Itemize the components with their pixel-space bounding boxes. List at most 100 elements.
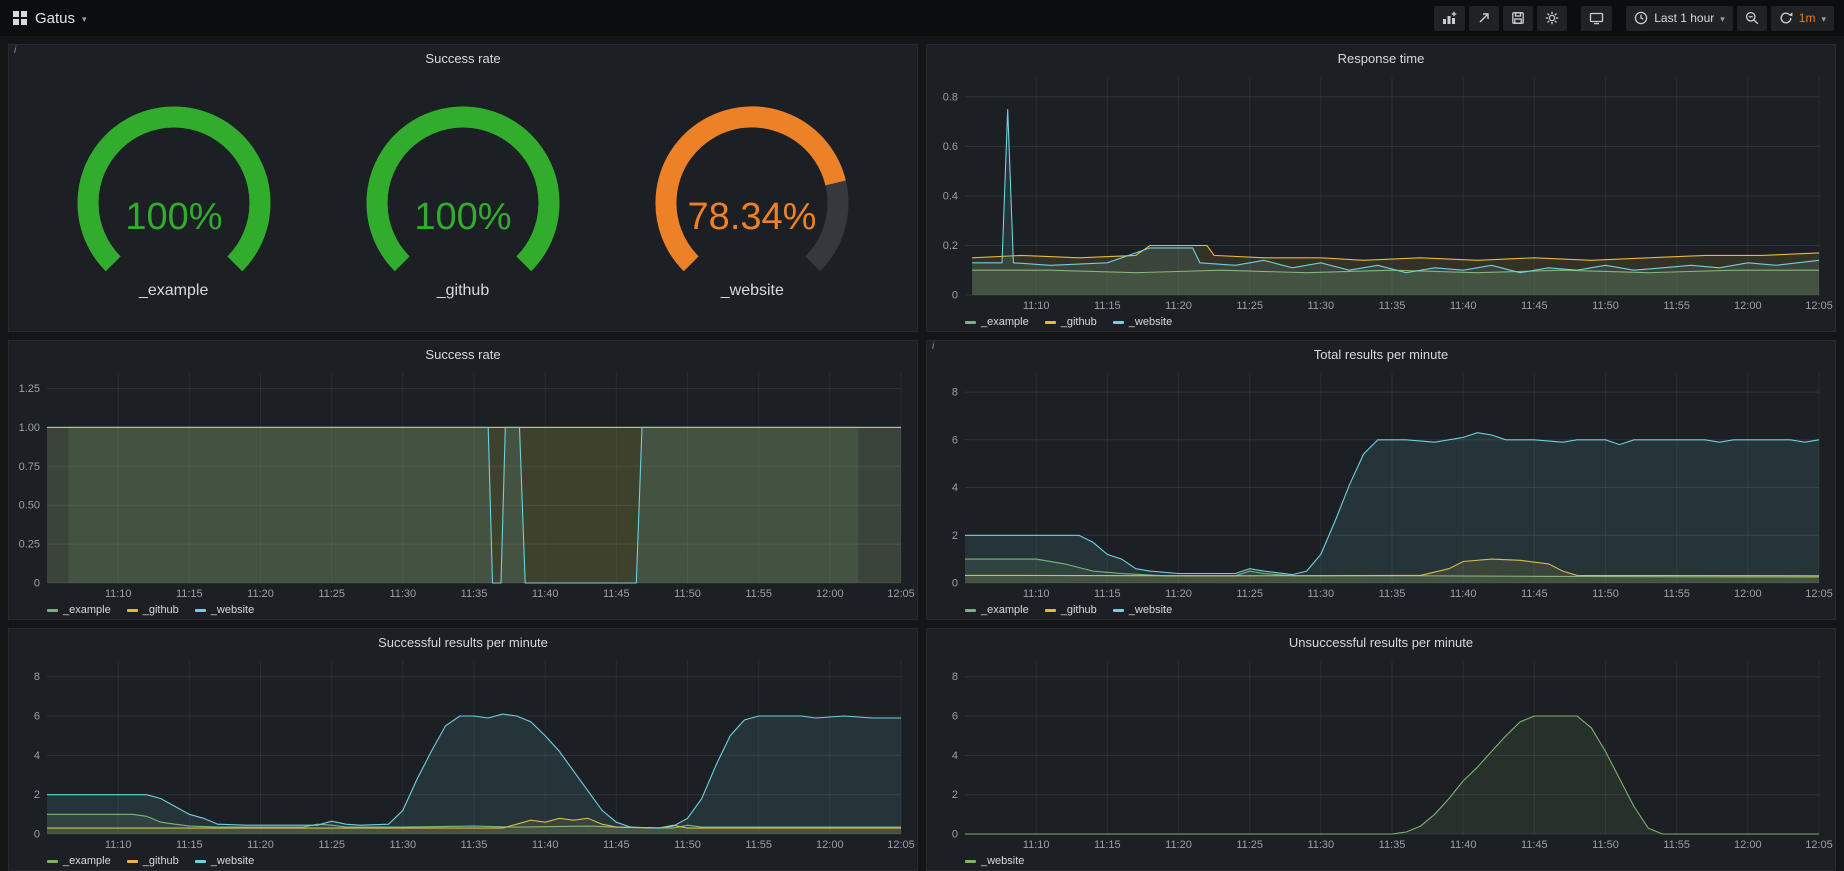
add-panel-button[interactable] bbox=[1434, 6, 1465, 31]
svg-text:11:40: 11:40 bbox=[1450, 839, 1477, 851]
panel-success-rate-gauges: i Success rate 100% _example 100% _githu… bbox=[8, 44, 918, 332]
legend-item-_website[interactable]: _website bbox=[1113, 604, 1172, 616]
panel-title[interactable]: Success rate bbox=[9, 341, 917, 365]
svg-text:6: 6 bbox=[952, 434, 958, 446]
panel-title[interactable]: Response time bbox=[927, 45, 1835, 69]
cycle-view-button[interactable] bbox=[1581, 6, 1612, 31]
gauge-_github: 100% _github bbox=[333, 101, 593, 300]
panel-title[interactable]: Total results per minute bbox=[927, 341, 1835, 365]
svg-text:11:45: 11:45 bbox=[603, 839, 630, 851]
svg-text:11:35: 11:35 bbox=[461, 839, 488, 851]
legend-item-_example[interactable]: _example bbox=[965, 316, 1029, 328]
svg-text:11:20: 11:20 bbox=[1165, 300, 1192, 312]
svg-text:0: 0 bbox=[952, 829, 958, 841]
refresh-picker[interactable]: 1m ▾ bbox=[1771, 6, 1834, 31]
legend-item-_website[interactable]: _website bbox=[965, 855, 1024, 867]
svg-text:11:45: 11:45 bbox=[1521, 588, 1548, 600]
svg-text:11:25: 11:25 bbox=[1236, 300, 1263, 312]
chevron-down-icon[interactable]: ▾ bbox=[82, 12, 87, 25]
refresh-icon bbox=[1779, 11, 1793, 25]
panel-info-icon[interactable]: i bbox=[14, 45, 16, 56]
share-button[interactable] bbox=[1469, 6, 1499, 31]
panel-info-icon[interactable]: i bbox=[932, 341, 934, 352]
legend-item-_github[interactable]: _github bbox=[1045, 316, 1097, 328]
svg-text:11:25: 11:25 bbox=[318, 839, 345, 851]
svg-text:11:10: 11:10 bbox=[105, 839, 132, 851]
svg-text:11:15: 11:15 bbox=[1094, 300, 1121, 312]
panel-title[interactable]: Success rate bbox=[9, 45, 917, 69]
legend-item-_website[interactable]: _website bbox=[1113, 316, 1172, 328]
navbar: Gatus ▾ bbox=[0, 0, 1844, 36]
chart-legend: _website bbox=[927, 852, 1835, 870]
save-icon bbox=[1511, 11, 1525, 25]
svg-text:0.50: 0.50 bbox=[19, 500, 40, 512]
gauge-value: 100% bbox=[125, 196, 222, 238]
svg-text:11:25: 11:25 bbox=[1236, 839, 1263, 851]
panel-unsuccessful-results: Unsuccessful results per minute 0246811:… bbox=[926, 628, 1836, 871]
svg-text:11:20: 11:20 bbox=[247, 588, 274, 600]
legend-item-_github[interactable]: _github bbox=[127, 604, 179, 616]
svg-text:11:55: 11:55 bbox=[1663, 588, 1690, 600]
svg-text:0.75: 0.75 bbox=[19, 461, 40, 473]
gauge-label: _github bbox=[333, 282, 593, 300]
panel-title[interactable]: Unsuccessful results per minute bbox=[927, 629, 1835, 653]
gauge-_example: 100% _example bbox=[44, 101, 304, 300]
unsuccessful-results-chart[interactable]: 0246811:1011:1511:2011:2511:3011:3511:40… bbox=[927, 653, 1835, 852]
save-button[interactable] bbox=[1503, 6, 1533, 31]
settings-button[interactable] bbox=[1537, 6, 1567, 31]
time-range-picker[interactable]: Last 1 hour ▾ bbox=[1626, 6, 1733, 31]
legend-item-_website[interactable]: _website bbox=[195, 604, 254, 616]
chart-legend: _example _github _website bbox=[9, 601, 917, 619]
successful-results-chart[interactable]: 0246811:1011:1511:2011:2511:3011:3511:40… bbox=[9, 653, 917, 852]
svg-text:11:10: 11:10 bbox=[1023, 839, 1050, 851]
svg-text:12:05: 12:05 bbox=[1805, 300, 1833, 312]
svg-text:11:25: 11:25 bbox=[1236, 588, 1263, 600]
svg-text:0: 0 bbox=[952, 290, 958, 302]
svg-text:11:55: 11:55 bbox=[745, 839, 772, 851]
svg-text:0.4: 0.4 bbox=[943, 190, 958, 202]
svg-text:11:40: 11:40 bbox=[1450, 300, 1477, 312]
app-logo-icon[interactable] bbox=[12, 10, 28, 26]
panel-total-results: i Total results per minute 0246811:1011:… bbox=[926, 340, 1836, 620]
chart-legend: _example _github _website bbox=[927, 313, 1835, 331]
svg-text:11:20: 11:20 bbox=[247, 839, 274, 851]
svg-text:6: 6 bbox=[952, 711, 958, 723]
panel-success-rate-graph: Success rate 00.250.500.751.001.2511:101… bbox=[8, 340, 918, 620]
svg-text:11:15: 11:15 bbox=[1094, 588, 1121, 600]
svg-text:11:30: 11:30 bbox=[1307, 588, 1334, 600]
svg-text:11:40: 11:40 bbox=[1450, 588, 1477, 600]
svg-text:0: 0 bbox=[34, 829, 40, 841]
svg-text:0.25: 0.25 bbox=[19, 539, 40, 551]
svg-text:2: 2 bbox=[34, 789, 40, 801]
svg-text:11:20: 11:20 bbox=[1165, 839, 1192, 851]
panel-successful-results: Successful results per minute 0246811:10… bbox=[8, 628, 918, 871]
legend-item-_github[interactable]: _github bbox=[127, 855, 179, 867]
chart-legend: _example _github _website bbox=[927, 601, 1835, 619]
gauge-label: _website bbox=[622, 282, 882, 300]
svg-text:6: 6 bbox=[34, 711, 40, 723]
svg-text:11:15: 11:15 bbox=[176, 588, 203, 600]
svg-text:11:30: 11:30 bbox=[1307, 300, 1334, 312]
svg-text:12:00: 12:00 bbox=[1734, 839, 1762, 851]
svg-text:11:10: 11:10 bbox=[105, 588, 132, 600]
gauge-label: _example bbox=[44, 282, 304, 300]
svg-text:11:35: 11:35 bbox=[1379, 300, 1406, 312]
svg-text:11:30: 11:30 bbox=[1307, 839, 1334, 851]
legend-item-_example[interactable]: _example bbox=[47, 604, 111, 616]
total-results-chart[interactable]: 0246811:1011:1511:2011:2511:3011:3511:40… bbox=[927, 365, 1835, 601]
svg-text:11:40: 11:40 bbox=[532, 839, 559, 851]
svg-text:11:10: 11:10 bbox=[1023, 300, 1050, 312]
zoom-out-button[interactable] bbox=[1737, 6, 1767, 31]
legend-item-_github[interactable]: _github bbox=[1045, 604, 1097, 616]
success-rate-chart[interactable]: 00.250.500.751.001.2511:1011:1511:2011:2… bbox=[9, 365, 917, 601]
dashboard-title[interactable]: Gatus bbox=[35, 10, 75, 27]
panel-title[interactable]: Successful results per minute bbox=[9, 629, 917, 653]
legend-item-_example[interactable]: _example bbox=[47, 855, 111, 867]
svg-text:8: 8 bbox=[34, 671, 40, 683]
legend-item-_website[interactable]: _website bbox=[195, 855, 254, 867]
legend-item-_example[interactable]: _example bbox=[965, 604, 1029, 616]
response-time-chart[interactable]: 00.20.40.60.811:1011:1511:2011:2511:3011… bbox=[927, 69, 1835, 313]
svg-text:11:50: 11:50 bbox=[1592, 839, 1619, 851]
svg-text:11:50: 11:50 bbox=[674, 839, 701, 851]
svg-text:11:50: 11:50 bbox=[1592, 300, 1619, 312]
